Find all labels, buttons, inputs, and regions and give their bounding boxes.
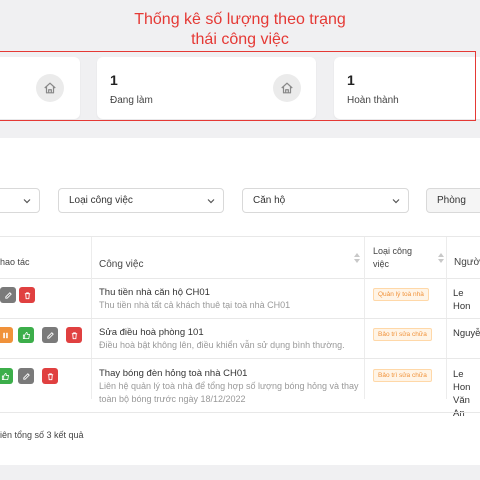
trash-icon [71,331,77,339]
edit-button[interactable] [0,287,16,303]
row-border [0,318,480,319]
annotation-title: Thống kê số lượng theo trạng thái công v… [0,10,480,50]
table-header-border [0,278,480,279]
result-count: iên tổng số 3 kết quả [0,430,84,440]
edit-icon [46,331,54,339]
apartment-select[interactable]: Căn hộ [242,188,409,213]
col-header-person: Người [454,257,480,268]
assignee-name: Le Hon [453,288,471,312]
task-description: Liên hệ quản lý toà nhà để tổng hợp số l… [99,381,359,404]
col-header-actions: hao tác [0,257,30,267]
trash-icon [47,372,53,380]
edit-icon [22,372,30,380]
row-border [0,358,480,359]
approve-button[interactable] [0,368,13,384]
assignee-line: Văn An [453,395,470,419]
pause-icon [2,332,8,338]
room-select[interactable]: Phòng [426,188,480,213]
approve-button[interactable] [18,327,34,343]
thumbs-up-icon [22,331,30,339]
task-type-badge: Quản lý toà nhà [373,288,429,301]
task-title[interactable]: Thu tiền nhà căn hộ CH01 [99,287,210,298]
edit-icon [4,291,12,299]
col-header-task: Công việc [99,259,144,270]
annotation-highlight-box [0,51,476,121]
assignee-name: Nguyễ [453,328,480,339]
task-title[interactable]: Thay bóng đèn hỏng toà nhà CH01 [99,368,247,379]
edit-button[interactable] [42,327,58,343]
row-border [0,412,480,413]
select-value: Căn hộ [253,195,286,206]
task-type-select[interactable]: Loại công việc [58,188,224,213]
annotation-line-1: Thống kê số lượng theo trạng [134,11,346,28]
task-type-badge: Bảo trì sửa chữa [373,328,432,341]
chevron-down-icon [23,199,31,204]
table-top-border [0,236,480,237]
task-description: Thu tiền nhà tất cả khách thuê tại toà n… [99,300,291,310]
annotation-line-2: thái công việc [191,31,289,48]
assignee-line: Le Hon [453,369,471,393]
status-select[interactable] [0,188,40,213]
delete-button[interactable] [42,368,58,384]
select-value: Loại công việc [69,195,133,206]
delete-button[interactable] [66,327,82,343]
sort-icon[interactable] [438,253,444,263]
edit-button[interactable] [18,368,34,384]
pause-button[interactable] [0,327,13,343]
select-value: Phòng [437,195,466,206]
thumbs-up-icon [1,372,9,380]
chevron-down-icon [207,199,215,204]
chevron-down-icon [392,199,400,204]
trash-icon [24,291,30,299]
delete-button[interactable] [19,287,35,303]
task-description: Điều hoà bật không lên, điều khiển vẫn s… [99,340,345,350]
sort-icon[interactable] [354,253,360,263]
col-header-type: Loại công việc [373,246,413,269]
task-type-badge: Bảo trì sửa chữa [373,369,432,382]
task-title[interactable]: Sửa điều hoà phòng 101 [99,327,204,338]
